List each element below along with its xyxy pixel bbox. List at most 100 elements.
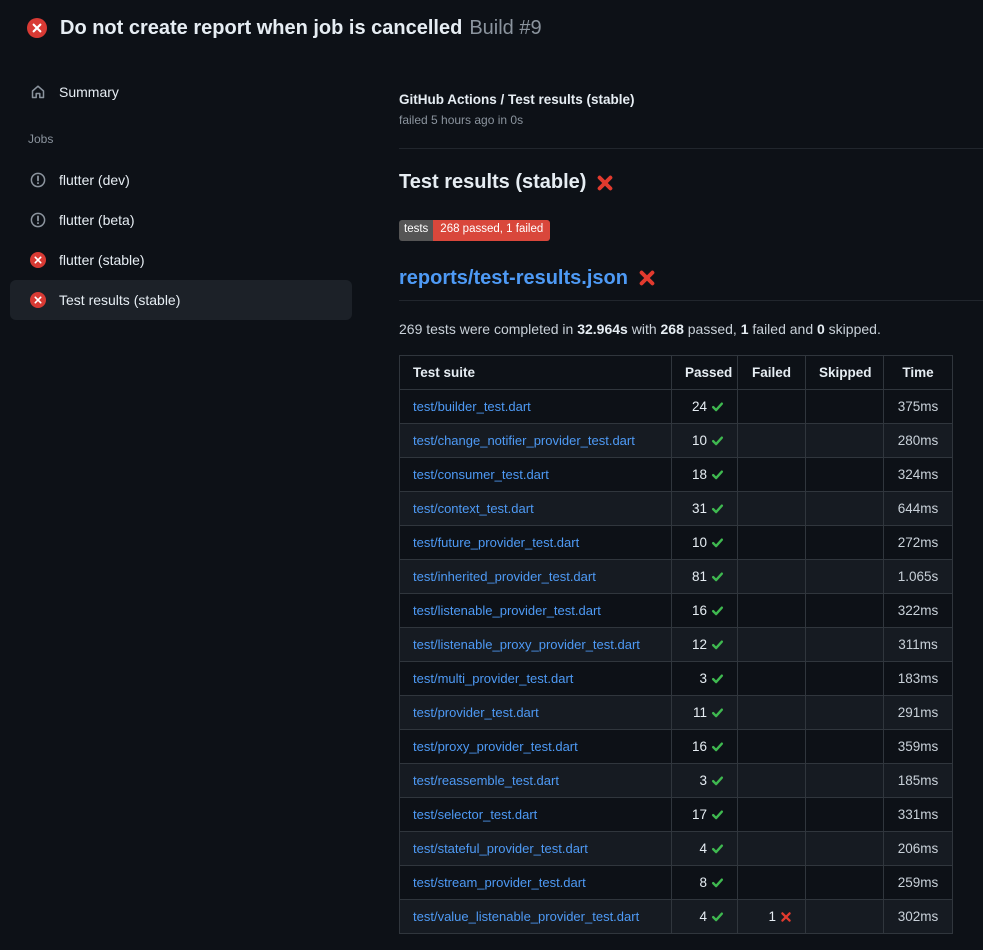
results-table: Test suite Passed Failed Skipped Time te…: [399, 355, 953, 934]
x-mark-icon: [596, 174, 614, 192]
check-icon: [711, 808, 724, 821]
check-icon: [711, 434, 724, 447]
table-row: test/consumer_test.dart 18 324ms: [400, 457, 953, 491]
suite-link[interactable]: test/consumer_test.dart: [413, 467, 549, 482]
suite-link[interactable]: test/multi_provider_test.dart: [413, 671, 573, 686]
passed-count: 10: [692, 535, 707, 550]
suite-link[interactable]: test/change_notifier_provider_test.dart: [413, 433, 635, 448]
suite-link[interactable]: test/stateful_provider_test.dart: [413, 841, 588, 856]
skipped-cell: [806, 729, 884, 763]
report-title: reports/test-results.json: [399, 267, 983, 301]
passed-count: 18: [692, 467, 707, 482]
status-line: failed 5 hours ago in 0s: [399, 113, 983, 127]
suite-cell: test/value_listenable_provider_test.dart: [400, 899, 672, 933]
job-label: flutter (dev): [59, 172, 130, 188]
suite-link[interactable]: test/builder_test.dart: [413, 399, 531, 414]
check-icon: [711, 604, 724, 617]
build-header: Do not create report when job is cancell…: [0, 0, 983, 56]
passed-cell: 10: [672, 423, 738, 457]
build-number: Build #9: [469, 17, 541, 39]
summary-line: 269 tests were completed in 32.964s with…: [399, 321, 983, 337]
skipped-cell: [806, 423, 884, 457]
time-cell: 183ms: [884, 661, 953, 695]
time-cell: 331ms: [884, 797, 953, 831]
passed-cell: 4: [672, 831, 738, 865]
check-icon: [711, 400, 724, 413]
failed-cell: [738, 627, 806, 661]
job-label: flutter (beta): [59, 212, 134, 228]
sidebar-item-summary[interactable]: Summary: [10, 72, 352, 112]
suite-cell: test/context_test.dart: [400, 491, 672, 525]
check-icon: [711, 706, 724, 719]
skipped-cell: [806, 491, 884, 525]
passed-count: 8: [699, 875, 707, 890]
time-cell: 1.065s: [884, 559, 953, 593]
column-header-passed: Passed: [672, 355, 738, 389]
suite-link[interactable]: test/inherited_provider_test.dart: [413, 569, 596, 584]
check-icon: [711, 876, 724, 889]
report-link[interactable]: reports/test-results.json: [399, 267, 628, 290]
passed-count: 3: [699, 671, 707, 686]
suite-link[interactable]: test/value_listenable_provider_test.dart: [413, 909, 639, 924]
skipped-cell: [806, 457, 884, 491]
failed-status-icon: [30, 292, 46, 308]
table-row: test/context_test.dart 31 644ms: [400, 491, 953, 525]
sidebar-job-flutter-dev[interactable]: flutter (dev): [10, 160, 352, 200]
sidebar-job-test-results-stable[interactable]: Test results (stable): [10, 280, 352, 320]
suite-link[interactable]: test/reassemble_test.dart: [413, 773, 559, 788]
skipped-cell: [806, 389, 884, 423]
sidebar-job-flutter-stable[interactable]: flutter (stable): [10, 240, 352, 280]
suite-link[interactable]: test/context_test.dart: [413, 501, 534, 516]
time-cell: 375ms: [884, 389, 953, 423]
table-header-row: Test suite Passed Failed Skipped Time: [400, 355, 953, 389]
suite-cell: test/stream_provider_test.dart: [400, 865, 672, 899]
passed-count: 31: [692, 501, 707, 516]
failed-cell: [738, 423, 806, 457]
suite-cell: test/selector_test.dart: [400, 797, 672, 831]
sidebar-job-flutter-beta[interactable]: flutter (beta): [10, 200, 352, 240]
passed-cell: 18: [672, 457, 738, 491]
suite-link[interactable]: test/provider_test.dart: [413, 705, 539, 720]
skipped-cell: [806, 865, 884, 899]
failed-cell: [738, 457, 806, 491]
skipped-cell: [806, 559, 884, 593]
table-row: test/proxy_provider_test.dart16359ms: [400, 729, 953, 763]
suite-cell: test/stateful_provider_test.dart: [400, 831, 672, 865]
table-row: test/reassemble_test.dart3185ms: [400, 763, 953, 797]
table-row: test/multi_provider_test.dart 3 183ms: [400, 661, 953, 695]
time-cell: 644ms: [884, 491, 953, 525]
failed-count: 1: [768, 909, 776, 924]
neutral-status-icon: [30, 212, 46, 228]
table-row: test/provider_test.dart11291ms: [400, 695, 953, 729]
badge-value: 268 passed, 1 failed: [433, 220, 550, 241]
suite-link[interactable]: test/proxy_provider_test.dart: [413, 739, 578, 754]
time-cell: 324ms: [884, 457, 953, 491]
check-icon: [711, 672, 724, 685]
skipped-cell: [806, 627, 884, 661]
check-icon: [711, 774, 724, 787]
neutral-status-icon: [30, 172, 46, 188]
suite-cell: test/proxy_provider_test.dart: [400, 729, 672, 763]
table-row: test/stream_provider_test.dart 8 259ms: [400, 865, 953, 899]
failed-cell: [738, 491, 806, 525]
suite-link[interactable]: test/listenable_proxy_provider_test.dart: [413, 637, 640, 652]
time-cell: 259ms: [884, 865, 953, 899]
passed-cell: 11: [672, 695, 738, 729]
passed-cell: 4: [672, 899, 738, 933]
badge-label: tests: [399, 220, 433, 241]
check-icon: [711, 842, 724, 855]
skipped-cell: [806, 899, 884, 933]
breadcrumb: GitHub Actions / Test results (stable): [399, 92, 983, 107]
main-content: GitHub Actions / Test results (stable) f…: [385, 56, 983, 934]
suite-link[interactable]: test/listenable_provider_test.dart: [413, 603, 601, 618]
suite-cell: test/listenable_provider_test.dart: [400, 593, 672, 627]
passed-cell: 31: [672, 491, 738, 525]
time-cell: 359ms: [884, 729, 953, 763]
table-row: test/stateful_provider_test.dart4206ms: [400, 831, 953, 865]
suite-link[interactable]: test/future_provider_test.dart: [413, 535, 579, 550]
suite-link[interactable]: test/selector_test.dart: [413, 807, 537, 822]
time-cell: 302ms: [884, 899, 953, 933]
table-row: test/selector_test.dart17331ms: [400, 797, 953, 831]
suite-link[interactable]: test/stream_provider_test.dart: [413, 875, 586, 890]
table-row: test/listenable_provider_test.dart16322m…: [400, 593, 953, 627]
